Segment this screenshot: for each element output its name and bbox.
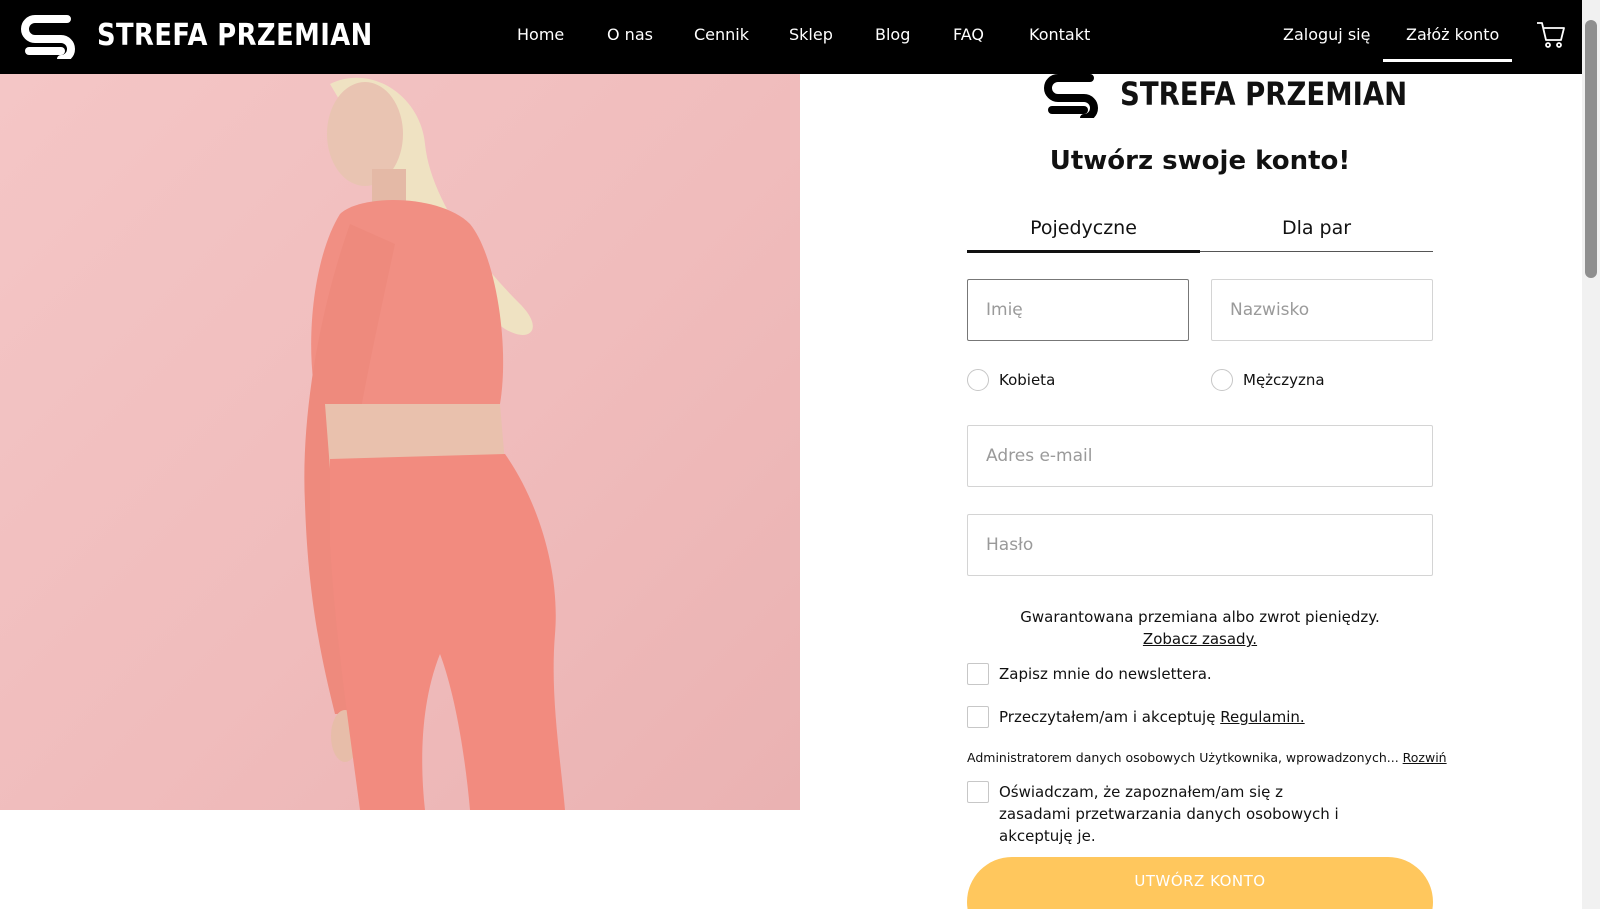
register-link[interactable]: Załóż konto [1406, 25, 1499, 44]
nav-cennik[interactable]: Cennik [694, 25, 749, 44]
tab-pojedyczne[interactable]: Pojedyczne [967, 212, 1200, 253]
nav-blog[interactable]: Blog [875, 25, 910, 44]
brand-name: STREFA PRZEMIAN [97, 17, 373, 53]
last-name-input[interactable] [1211, 279, 1433, 341]
gender-male-radio[interactable]: Mężczyzna [1211, 369, 1325, 391]
radio-circle[interactable] [967, 369, 989, 391]
nav-sklep[interactable]: Sklep [789, 25, 833, 44]
newsletter-row: Zapisz mnie do newslettera. [967, 663, 1437, 685]
gender-female-label: Kobieta [999, 371, 1056, 389]
terms-link[interactable]: Regulamin. [1220, 708, 1304, 726]
newsletter-checkbox[interactable] [967, 663, 989, 685]
register-active-indicator [1383, 59, 1512, 62]
brand-logo-icon [21, 15, 75, 59]
privacy-label: Oświadczam, że zapoznałem/am się z zasad… [999, 783, 1339, 845]
newsletter-label: Zapisz mnie do newslettera. [999, 665, 1212, 683]
form-logo: STREFA PRZEMIAN [1040, 70, 1454, 118]
tab-dla-par[interactable]: Dla par [1200, 212, 1433, 252]
nav-kontakt[interactable]: Kontakt [1029, 25, 1090, 44]
terms-row: Przeczytałem/am i akceptuję Regulamin. [967, 706, 1437, 728]
email-input[interactable] [967, 425, 1433, 487]
hero-image [0, 74, 800, 810]
terms-label-wrap: Przeczytałem/am i akceptuję Regulamin. [999, 706, 1305, 728]
terms-checkbox[interactable] [967, 706, 989, 728]
cart-icon[interactable] [1536, 20, 1566, 50]
guarantee-rules-link[interactable]: Zobacz zasady. [1143, 630, 1257, 648]
gender-female-radio[interactable]: Kobieta [967, 369, 1055, 391]
navbar: STREFA PRZEMIAN Home O nas Cennik Sklep … [0, 0, 1582, 74]
expand-link[interactable]: Rozwiń [1403, 750, 1447, 765]
admin-note: Administratorem danych osobowych Użytkow… [967, 750, 1447, 765]
privacy-checkbox[interactable] [967, 781, 989, 803]
scrollbar-thumb[interactable] [1585, 20, 1597, 278]
guarantee-text: Gwarantowana przemiana albo zwrot pienię… [1020, 608, 1380, 626]
terms-label: Przeczytałem/am i akceptuję [999, 708, 1216, 726]
guarantee-note: Gwarantowana przemiana albo zwrot pienię… [967, 606, 1433, 650]
nav-faq[interactable]: FAQ [953, 25, 984, 44]
nav-home[interactable]: Home [517, 25, 564, 44]
page-title: Utwórz swoje konto! [1049, 146, 1351, 176]
radio-circle[interactable] [1211, 369, 1233, 391]
page: STREFA PRZEMIAN Home O nas Cennik Sklep … [0, 0, 1600, 909]
admin-note-text: Administratorem danych osobowych Użytkow… [967, 750, 1399, 765]
login-link[interactable]: Zaloguj się [1283, 25, 1370, 44]
create-account-button[interactable]: UTWÓRZ KONTO [967, 857, 1433, 909]
form-logo-name: STREFA PRZEMIAN [1120, 75, 1408, 113]
nav-o-nas[interactable]: O nas [607, 25, 653, 44]
form-logo-icon [1044, 74, 1098, 118]
brand[interactable]: STREFA PRZEMIAN [17, 11, 418, 59]
first-name-input[interactable] [967, 279, 1189, 341]
privacy-row: Oświadczam, że zapoznałem/am się z zasad… [967, 781, 1437, 847]
gender-male-label: Mężczyzna [1243, 371, 1325, 389]
password-input[interactable] [967, 514, 1433, 576]
model-illustration [304, 77, 565, 810]
account-type-tabs: Pojedyczne Dla par [967, 212, 1433, 253]
